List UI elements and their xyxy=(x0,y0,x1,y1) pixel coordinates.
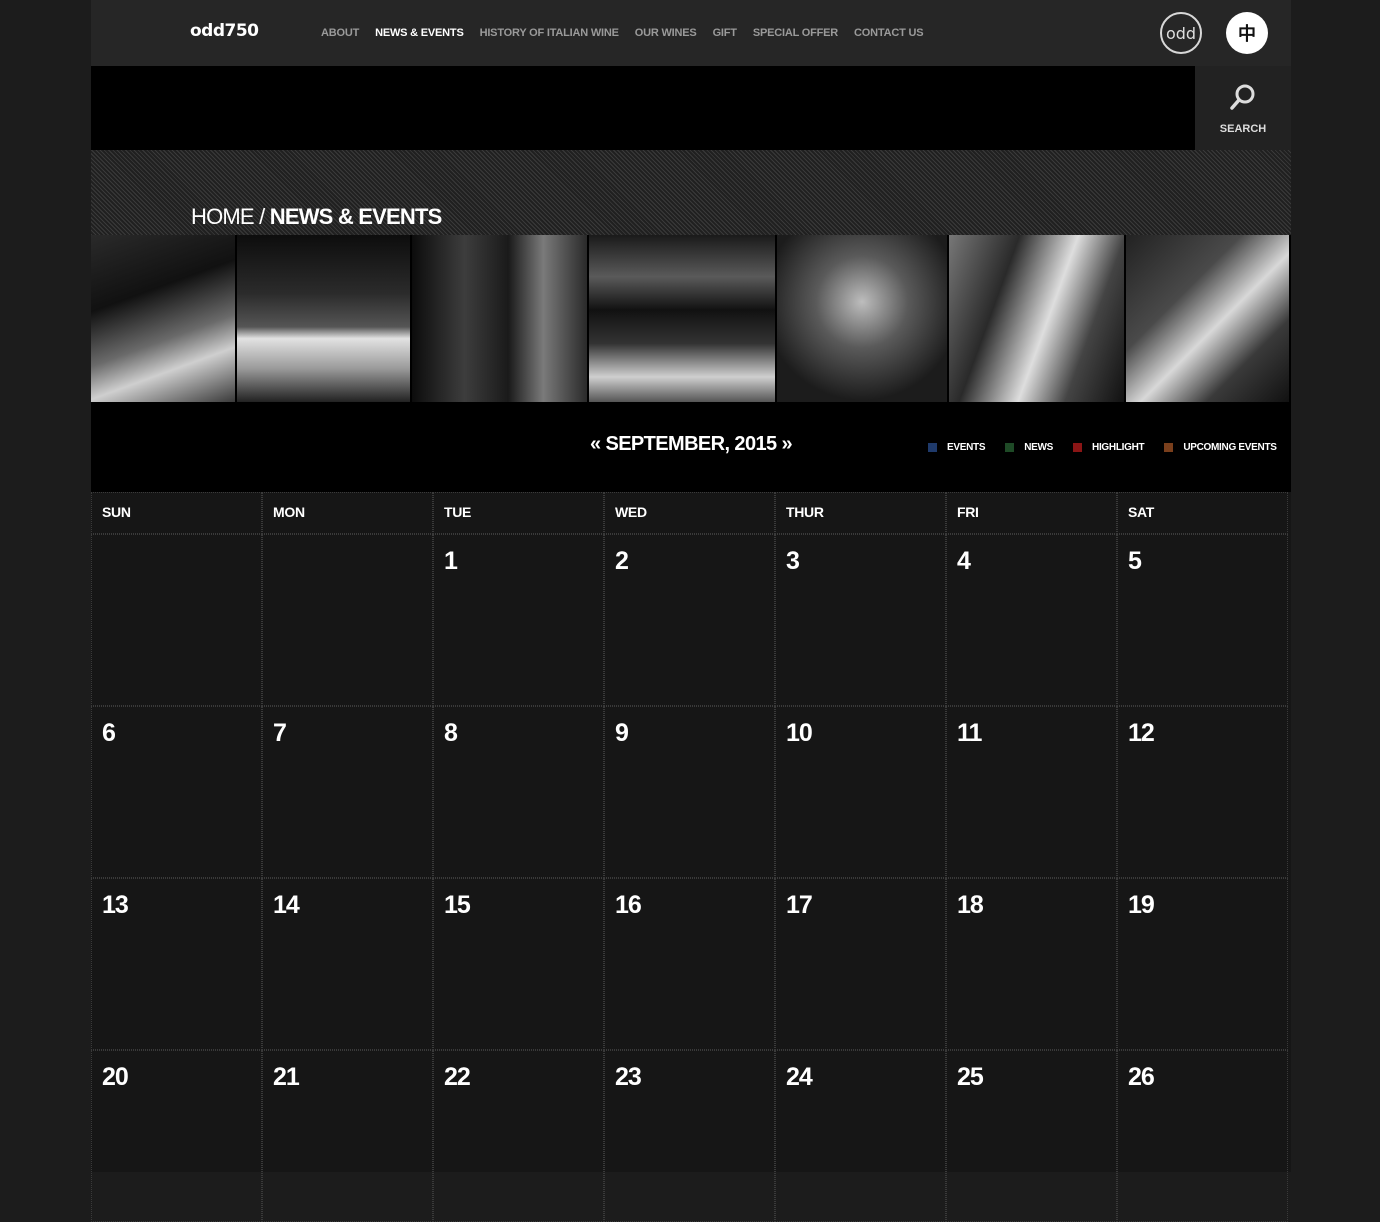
calendar-empty-cell xyxy=(91,534,262,706)
nav-contact-us[interactable]: CONTACT US xyxy=(854,27,923,39)
calendar-day-cell[interactable]: 17 xyxy=(775,878,946,1050)
calendar-day-cell[interactable]: 12 xyxy=(1117,706,1288,878)
weekday-header: MON xyxy=(262,492,433,534)
calendar-day-cell[interactable]: 5 xyxy=(1117,534,1288,706)
weekday-header: FRI xyxy=(946,492,1117,534)
chinese-language-button[interactable]: 中 xyxy=(1226,12,1268,54)
wine-bar-counter-photo xyxy=(91,235,237,402)
breadcrumb-separator: / xyxy=(253,204,270,229)
legend-label: UPCOMING EVENTS xyxy=(1183,442,1277,453)
calendar-day-cell[interactable]: 24 xyxy=(775,1050,946,1222)
weekday-header: TUE xyxy=(433,492,604,534)
search-icon xyxy=(1228,82,1258,117)
nav-gift[interactable]: GIFT xyxy=(713,27,737,39)
presenters-photo xyxy=(237,235,412,402)
calendar-day-cell[interactable]: 22 xyxy=(433,1050,604,1222)
calendar-day-cell[interactable]: 4 xyxy=(946,534,1117,706)
tasting-glasses-photo xyxy=(949,235,1126,402)
breadcrumb-home[interactable]: HOME xyxy=(191,204,255,229)
site-header: odd750 ABOUT NEWS & EVENTS HISTORY OF IT… xyxy=(91,0,1291,67)
nav-about[interactable]: ABOUT xyxy=(321,27,359,39)
nav-news-events[interactable]: NEWS & EVENTS xyxy=(375,27,464,39)
wine-list-display-photo xyxy=(412,235,589,402)
search-button[interactable]: SEARCH xyxy=(1195,66,1291,150)
breadcrumb-current: NEWS & EVENTS xyxy=(269,204,443,229)
top-banner xyxy=(91,66,1291,150)
search-label: SEARCH xyxy=(1219,122,1267,135)
legend-events: EVENTS xyxy=(928,442,986,453)
calendar-day-cell[interactable]: 10 xyxy=(775,706,946,878)
calendar-day-cell[interactable]: 1 xyxy=(433,534,604,706)
next-month-button[interactable]: » xyxy=(782,433,793,455)
calendar-day-cell[interactable]: 20 xyxy=(91,1050,262,1222)
calendar-day-cell[interactable]: 13 xyxy=(91,878,262,1050)
wine-gift-box-photo xyxy=(1126,235,1291,402)
legend-label: HIGHLIGHT xyxy=(1092,442,1145,453)
photo-strip xyxy=(91,235,1291,402)
nav-special-offer[interactable]: SPECIAL OFFER xyxy=(753,27,838,39)
calendar-day-cell[interactable]: 7 xyxy=(262,706,433,878)
calendar-day-cell[interactable]: 3 xyxy=(775,534,946,706)
calendar-day-cell[interactable]: 23 xyxy=(604,1050,775,1222)
calendar-day-cell[interactable]: 15 xyxy=(433,878,604,1050)
prev-month-button[interactable]: « xyxy=(590,433,601,455)
site-logo[interactable]: odd750 xyxy=(190,21,259,41)
month-bar: « SEPTEMBER, 2015 » EVENTS NEWS HIGHLIGH… xyxy=(91,402,1291,492)
legend-swatch xyxy=(928,443,937,452)
calendar-day-cell[interactable]: 11 xyxy=(946,706,1117,878)
breadcrumb: HOME / NEWS & EVENTS xyxy=(191,204,443,230)
page: odd750 ABOUT NEWS & EVENTS HISTORY OF IT… xyxy=(91,0,1291,1222)
month-label: SEPTEMBER, 2015 xyxy=(605,433,777,455)
weekday-header: WED xyxy=(604,492,775,534)
nav-history[interactable]: HISTORY OF ITALIAN WINE xyxy=(480,27,619,39)
weekday-header: THUR xyxy=(775,492,946,534)
legend-upcoming-events: UPCOMING EVENTS xyxy=(1164,442,1277,453)
legend-news: NEWS xyxy=(1005,442,1053,453)
weekday-header: SUN xyxy=(91,492,262,534)
legend-swatch xyxy=(1164,443,1174,452)
calendar-day-cell[interactable]: 16 xyxy=(604,878,775,1050)
calendar-grid: SUN MON TUE WED THUR FRI SAT 1 2 3 4 5 6 7 8 9 10 11 12 13 1… xyxy=(91,492,1288,1222)
wine-glasses-photo xyxy=(777,235,949,402)
calendar-day-cell[interactable]: 8 xyxy=(433,706,604,878)
calendar-day-cell[interactable]: 6 xyxy=(91,706,262,878)
main-nav: ABOUT NEWS & EVENTS HISTORY OF ITALIAN W… xyxy=(321,27,939,39)
legend-label: EVENTS xyxy=(947,442,986,453)
legend-highlight: HIGHLIGHT xyxy=(1073,442,1145,453)
calendar-day-cell[interactable]: 19 xyxy=(1117,878,1288,1050)
legend-swatch xyxy=(1005,443,1015,452)
calendar-day-cell[interactable]: 26 xyxy=(1117,1050,1288,1222)
legend-swatch xyxy=(1073,443,1083,452)
legend-label: NEWS xyxy=(1024,442,1054,453)
nav-our-wines[interactable]: OUR WINES xyxy=(635,27,697,39)
calendar-day-cell[interactable]: 18 xyxy=(946,878,1117,1050)
calendar-day-cell[interactable]: 9 xyxy=(604,706,775,878)
tasting-room-photo xyxy=(589,235,777,402)
weekday-header: SAT xyxy=(1117,492,1288,534)
calendar-day-cell[interactable]: 14 xyxy=(262,878,433,1050)
calendar-day-cell[interactable]: 21 xyxy=(262,1050,433,1222)
calendar-empty-cell xyxy=(262,534,433,706)
calendar-day-cell[interactable]: 2 xyxy=(604,534,775,706)
calendar-day-cell[interactable]: 25 xyxy=(946,1050,1117,1222)
odd-brand-badge[interactable]: odd xyxy=(1160,12,1202,54)
calendar-legend: EVENTS NEWS HIGHLIGHT UPCOMING EVENTS xyxy=(928,442,1277,453)
